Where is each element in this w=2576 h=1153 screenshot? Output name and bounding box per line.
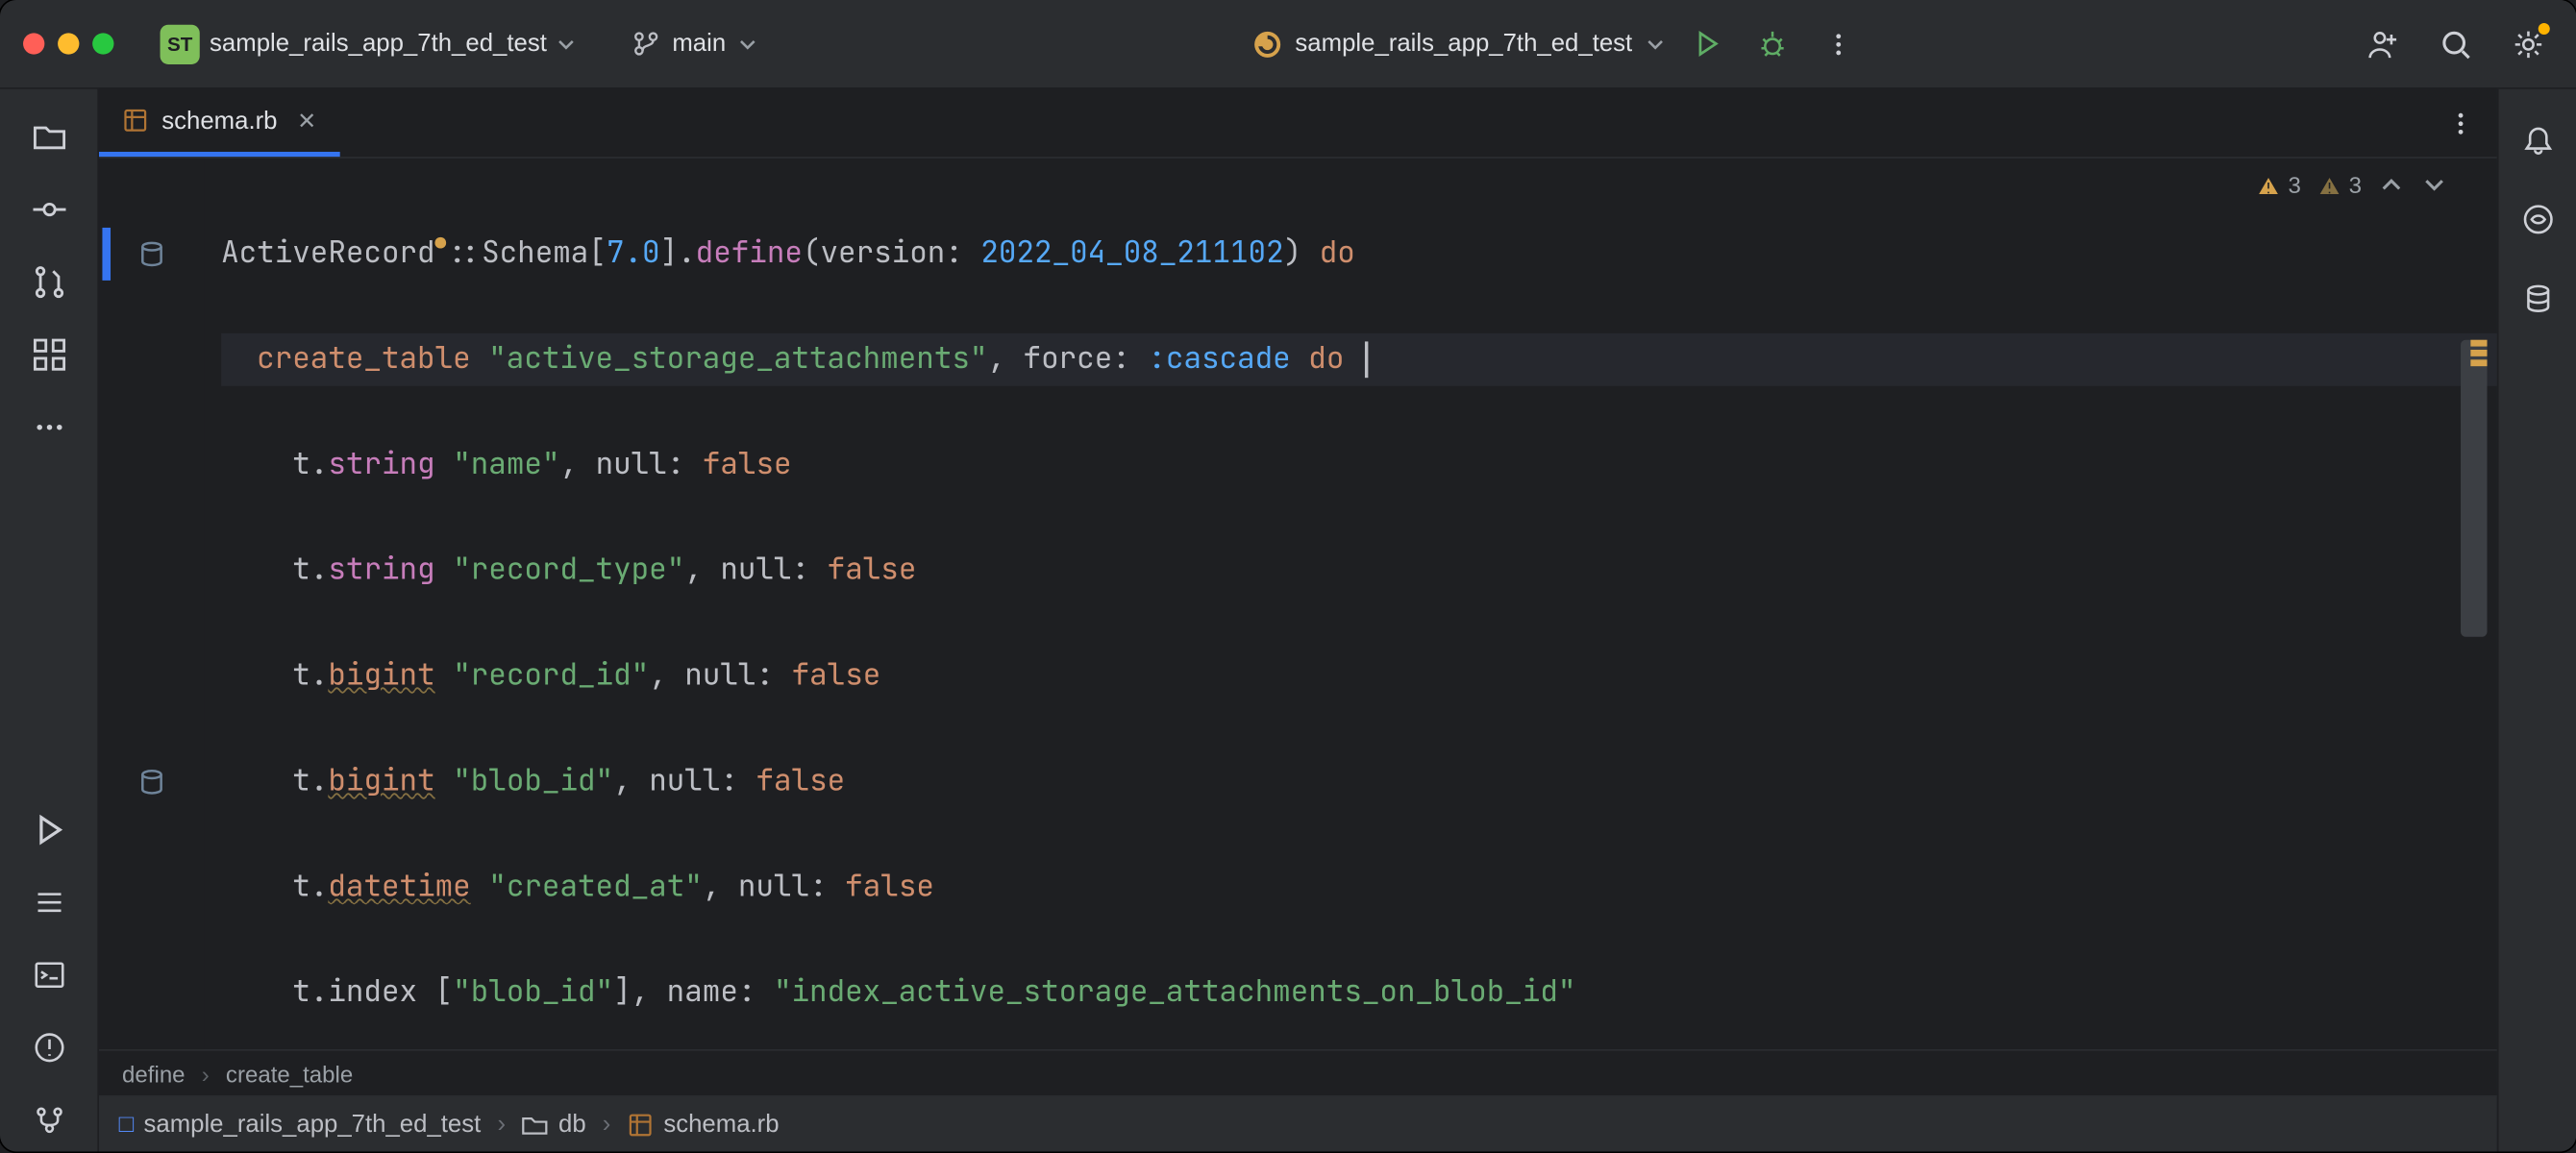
close-window-button[interactable] bbox=[23, 33, 44, 54]
editor-area: schema.rb ✕ 3 bbox=[99, 89, 2497, 1152]
code-area[interactable]: ActiveRecord●::Schema[7.0].define(versio… bbox=[205, 159, 2497, 1049]
run-config-selector[interactable]: sample_rails_app_7th_ed_test bbox=[1252, 29, 1666, 59]
nav-file[interactable]: schema.rb bbox=[628, 1111, 780, 1139]
vcs-tool-button[interactable] bbox=[17, 1089, 80, 1151]
chevron-right-icon: › bbox=[603, 1111, 611, 1139]
ai-assistant-tool-button[interactable] bbox=[2506, 188, 2568, 251]
notifications-tool-button[interactable] bbox=[2506, 109, 2568, 171]
gutter[interactable] bbox=[99, 159, 205, 1049]
branch-icon bbox=[632, 30, 660, 58]
structure-tool-button[interactable] bbox=[17, 324, 80, 386]
ide-body: schema.rb ✕ 3 bbox=[0, 89, 2576, 1152]
right-tool-rail bbox=[2497, 89, 2576, 1152]
database-tool-button[interactable] bbox=[2506, 267, 2568, 330]
error-stripe[interactable] bbox=[2461, 340, 2487, 637]
tabs-more-button[interactable] bbox=[2424, 89, 2497, 157]
run-button[interactable] bbox=[1682, 19, 1732, 69]
close-tab-button[interactable]: ✕ bbox=[297, 107, 316, 135]
more-run-options-button[interactable] bbox=[1814, 19, 1864, 69]
breadcrumb-create-table[interactable]: create_table bbox=[226, 1060, 353, 1086]
rails-icon bbox=[1252, 29, 1282, 59]
breadcrumb-separator-icon: › bbox=[202, 1060, 210, 1086]
pull-requests-tool-button[interactable] bbox=[17, 251, 80, 313]
branch-name: main bbox=[672, 30, 726, 58]
more-tools-button[interactable] bbox=[17, 396, 80, 458]
text-caret bbox=[1365, 341, 1368, 378]
titlebar-right bbox=[2359, 19, 2554, 69]
tab-label: schema.rb bbox=[161, 107, 277, 135]
project-badge: ST bbox=[161, 24, 200, 63]
db-file-icon bbox=[628, 1111, 654, 1137]
tab-schema-rb[interactable]: schema.rb ✕ bbox=[99, 89, 339, 157]
project-selector[interactable]: ST sample_rails_app_7th_ed_test bbox=[161, 24, 577, 63]
folder-icon bbox=[522, 1111, 548, 1137]
ide-window: ST sample_rails_app_7th_ed_test main sam… bbox=[0, 0, 2576, 1151]
search-everywhere-button[interactable] bbox=[2431, 19, 2481, 69]
editor-tabs: schema.rb ✕ bbox=[99, 89, 2497, 159]
navigation-bar: □ sample_rails_app_7th_ed_test › db › sc… bbox=[99, 1095, 2497, 1151]
run-config-name: sample_rails_app_7th_ed_test bbox=[1295, 30, 1632, 58]
chevron-down-icon bbox=[557, 34, 577, 54]
settings-button[interactable] bbox=[2504, 19, 2554, 69]
vcs-branch-selector[interactable]: main bbox=[632, 30, 757, 58]
nav-root[interactable]: □ sample_rails_app_7th_ed_test bbox=[119, 1111, 482, 1139]
chevron-down-icon bbox=[1646, 34, 1666, 54]
code-with-me-button[interactable] bbox=[2359, 19, 2409, 69]
editor[interactable]: 3 3 bbox=[99, 159, 2497, 1049]
commit-tool-button[interactable] bbox=[17, 178, 80, 240]
window-controls bbox=[23, 33, 113, 54]
chevron-down-icon bbox=[737, 34, 757, 54]
left-tool-rail bbox=[0, 89, 99, 1152]
todo-tool-button[interactable] bbox=[17, 871, 80, 934]
run-toolbar: sample_rails_app_7th_ed_test bbox=[774, 19, 2341, 69]
problems-tool-button[interactable] bbox=[17, 1017, 80, 1079]
gutter-table-icon-2[interactable] bbox=[136, 766, 168, 798]
project-tool-button[interactable] bbox=[17, 106, 80, 168]
nav-dir[interactable]: db bbox=[522, 1111, 585, 1139]
titlebar: ST sample_rails_app_7th_ed_test main sam… bbox=[0, 0, 2576, 89]
breadcrumb-define[interactable]: define bbox=[122, 1060, 186, 1086]
edit-dot-icon: ● bbox=[435, 233, 446, 256]
zoom-window-button[interactable] bbox=[92, 33, 113, 54]
breadcrumbs-bar: define › create_table bbox=[99, 1049, 2497, 1095]
chevron-right-icon: › bbox=[497, 1111, 506, 1139]
minimize-window-button[interactable] bbox=[58, 33, 79, 54]
project-name: sample_rails_app_7th_ed_test bbox=[210, 30, 547, 58]
db-file-icon bbox=[122, 108, 148, 134]
run-tool-button[interactable] bbox=[17, 798, 80, 861]
gutter-table-icon-1[interactable] bbox=[136, 237, 168, 270]
terminal-tool-button[interactable] bbox=[17, 944, 80, 1006]
module-icon: □ bbox=[119, 1111, 135, 1139]
debug-button[interactable] bbox=[1747, 19, 1797, 69]
